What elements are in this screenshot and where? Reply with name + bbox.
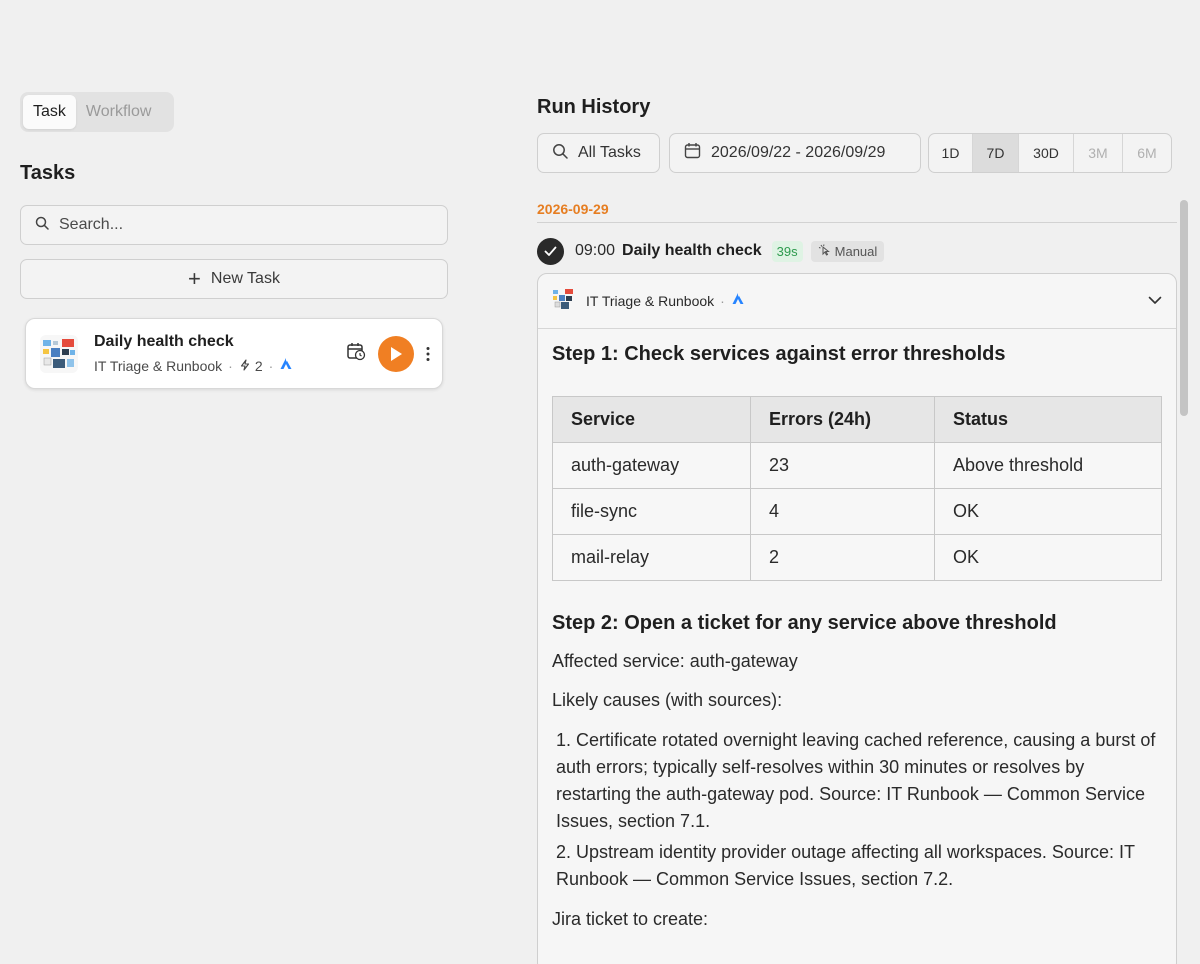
column-header: Errors (24h) [750,396,935,443]
table-cell: OK [934,488,1162,535]
workflow-mode-button[interactable]: Workflow [76,95,162,129]
run-history-title: Run History [537,96,651,118]
table-cell: file-sync [552,488,751,535]
run-detail-header[interactable]: IT Triage & Runbook · [538,274,1176,329]
table-cell: 23 [750,442,935,489]
run-task-button[interactable] [378,335,414,372]
affected-service-text: Affected service: auth-gateway [552,651,798,671]
task-name: Daily health check [94,333,234,350]
more-options-icon[interactable] [426,346,430,362]
chevron-down-icon[interactable] [1148,292,1162,310]
search-icon [552,143,568,164]
table-cell: Above threshold [934,442,1162,489]
run-detail-card: IT Triage & Runbook · Step 1: Check serv… [537,273,1177,964]
schedule-icon[interactable] [346,341,366,366]
run-task-name: Daily health check [622,242,762,259]
table-cell: 4 [750,488,935,535]
table-row: file-sync 4 OK [552,488,1162,535]
separator-dot: · [268,357,274,374]
causes-list: 1. Certificate rotated overnight leaving… [552,727,1162,893]
causes-title: Likely causes (with sources): [552,690,783,710]
agent-avatar-icon [552,288,574,315]
separator-dot: · [228,357,233,374]
manual-trigger-icon [818,243,830,259]
date-range-label: 2026/09/22 - 2026/09/29 [711,144,886,161]
table-cell: OK [934,534,1162,581]
search-input[interactable] [59,216,399,234]
time-range-selector: 1D 7D 30D 3M 6M [928,133,1172,173]
list-item: 2. Upstream identity provider outage aff… [556,842,1135,889]
date-range-picker[interactable]: 2026/09/22 - 2026/09/29 [669,133,921,173]
date-divider [537,222,1177,223]
column-header: Status [934,396,1162,443]
plus-icon: + [188,266,201,291]
new-task-label: New Task [210,270,280,287]
scrollbar[interactable] [1180,200,1188,416]
tasks-title: Tasks [20,162,76,184]
tool-count: 2 [254,357,263,374]
duration-badge: 39s [771,240,803,262]
range-30d-button[interactable]: 30D [1019,134,1074,172]
table-row: auth-gateway 23 Above threshold [552,442,1162,489]
play-icon [391,346,402,361]
run-time: 09:00 [575,242,616,259]
range-7d-button[interactable]: 7D [973,134,1019,172]
run-agent-name: IT Triage & Runbook [586,293,715,309]
table-cell: auth-gateway [552,442,751,489]
jira-icon [279,357,293,374]
step1-heading: Step 1: Check services against error thr… [552,343,1006,365]
task-search[interactable] [20,205,448,245]
trigger-badge: Manual [810,240,885,262]
table-cell: 2 [750,534,935,581]
mode-toggle: Task Workflow [20,92,174,132]
task-card[interactable]: Daily health check IT Triage & Runbook ·… [25,318,443,389]
jira-icon [731,292,745,311]
search-icon [35,216,49,235]
calendar-icon [684,142,701,164]
jira-ticket-title: Jira ticket to create: [552,909,709,929]
date-group-header: 2026-09-29 [537,201,609,217]
tool-count-icon [239,358,251,374]
table-cell: mail-relay [552,534,751,581]
table-header-row: Service Errors (24h) Status [552,396,1162,443]
task-mode-button[interactable]: Task [23,95,76,129]
task-agent: IT Triage & Runbook [94,357,223,374]
new-task-button[interactable]: + New Task [20,259,448,299]
service-errors-table: Service Errors (24h) Status auth-gateway… [552,396,1162,581]
table-row: mail-relay 2 OK [552,534,1162,581]
separator-dot: · [720,293,725,309]
range-3m-button[interactable]: 3M [1074,134,1123,172]
run-entry[interactable]: 09:00 Daily health check 39s Manual [537,237,885,265]
success-check-icon [537,237,564,265]
task-filter-label: All Tasks [578,144,641,161]
column-header: Service [552,396,751,443]
task-filter-button[interactable]: All Tasks [537,133,660,173]
range-6m-button[interactable]: 6M [1123,134,1171,172]
trigger-label: Manual [834,243,878,259]
agent-avatar-icon [40,334,78,373]
list-item: 1. Certificate rotated overnight leaving… [556,730,1156,831]
step2-heading: Step 2: Open a ticket for any service ab… [552,612,1057,634]
range-1d-button[interactable]: 1D [929,134,973,172]
